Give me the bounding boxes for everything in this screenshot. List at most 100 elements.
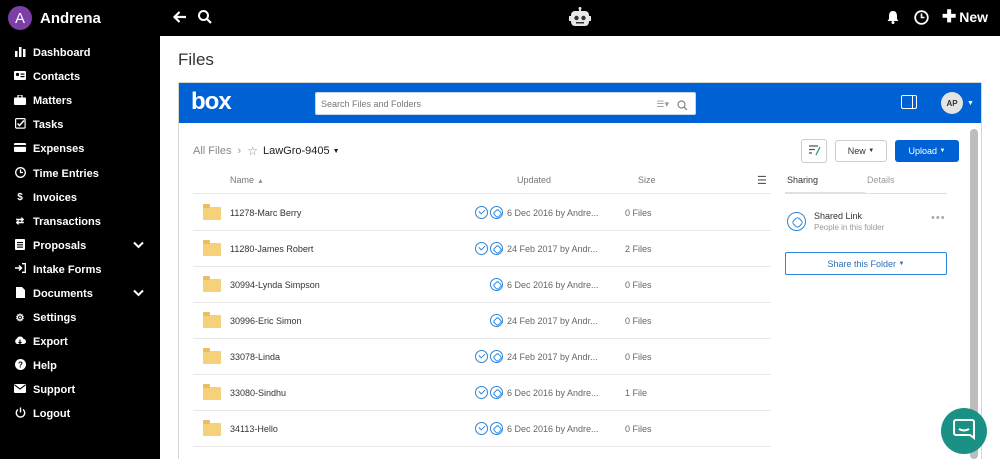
contact-card-icon [14, 71, 26, 83]
sidebar-item-label: Tasks [33, 119, 64, 132]
exchange-icon: ⇄ [15, 216, 25, 228]
sidebar-item-matters[interactable]: Matters [0, 89, 160, 113]
updated-value: 24 Feb 2017 by Andr... [507, 316, 598, 326]
search-icon[interactable] [677, 98, 688, 111]
sidebar-item-tasks[interactable]: Tasks [0, 113, 160, 137]
size-value: 1 File [625, 388, 648, 398]
sidebar-item-documents[interactable]: Documents [0, 282, 160, 306]
column-header-size[interactable]: Size [638, 175, 656, 185]
sidebar-item-logout[interactable]: Logout [0, 402, 160, 426]
table-header: Name ▲ Updated Size ☰ [193, 172, 771, 194]
sidebar-item-label: Matters [33, 95, 73, 108]
folder-name[interactable]: 30996-Eric Simon [230, 316, 302, 326]
sidebar-item-dashboard[interactable]: Dashboard [0, 41, 160, 65]
folder-name[interactable]: 34113-Hello [230, 424, 278, 434]
folder-name[interactable]: 11280-James Robert [230, 244, 313, 254]
cloud-download-icon [14, 336, 26, 349]
upload-button[interactable]: Upload ▼ [895, 140, 959, 162]
clock-icon[interactable] [914, 10, 929, 25]
shared-link-icon [490, 350, 503, 363]
filter-sliders-icon[interactable]: ☰▾ [656, 99, 669, 110]
svg-text:?: ? [18, 361, 23, 370]
sidebar-item-help[interactable]: ? Help [0, 354, 160, 378]
folder-icon [203, 384, 221, 400]
sidebar-item-invoices[interactable]: $ Invoices [0, 186, 160, 210]
share-folder-button[interactable]: Share this Folder ▼ [785, 252, 947, 275]
more-options-icon[interactable]: ••• [931, 212, 946, 224]
box-user-avatar[interactable]: AP [941, 92, 963, 114]
table-row[interactable]: 34113-Hello 6 Dec 2016 by Andre... 0 Fil… [193, 411, 771, 447]
row-status-icons [473, 314, 503, 328]
box-logo: box [191, 88, 232, 115]
sidebar-item-label: Transactions [33, 215, 101, 228]
plus-icon: ✚ [942, 7, 957, 26]
sidebar-item-transactions[interactable]: ⇄ Transactions [0, 210, 160, 234]
robot-icon[interactable] [569, 7, 591, 29]
new-button[interactable]: ✚ New [942, 7, 988, 26]
updated-value: 24 Feb 2017 by Andr... [507, 352, 598, 362]
sidebar-item-contacts[interactable]: Contacts [0, 65, 160, 89]
sort-filter-button[interactable] [801, 139, 827, 163]
size-value: 0 Files [625, 316, 652, 326]
shared-link-title: Shared Link [814, 211, 863, 221]
breadcrumb: All Files › ☆ LawGro-9405 ▼ [193, 144, 340, 158]
folder-name[interactable]: 11278-Marc Berry [230, 208, 301, 218]
file-list: 11278-Marc Berry 6 Dec 2016 by Andre... … [193, 195, 771, 447]
sidebar-item-label: Logout [33, 408, 71, 421]
table-row[interactable]: 11278-Marc Berry 6 Dec 2016 by Andre... … [193, 195, 771, 231]
sidebar-item-expenses[interactable]: Expenses [0, 137, 160, 161]
new-dropdown-button[interactable]: New ▼ [835, 140, 887, 162]
power-icon [14, 407, 26, 421]
column-header-name[interactable]: Name ▲ [230, 175, 264, 185]
search-icon[interactable] [197, 9, 213, 25]
star-icon[interactable]: ☆ [247, 144, 258, 158]
folder-icon [203, 240, 221, 256]
box-search-bar: ☰▾ [315, 92, 696, 115]
tab-details[interactable]: Details [867, 175, 895, 185]
chat-widget-button[interactable] [941, 408, 987, 454]
user-avatar[interactable]: A [8, 6, 32, 30]
table-row[interactable]: 33078-Linda 24 Feb 2017 by Andr... 0 Fil… [193, 339, 771, 375]
sidebar-item-proposals[interactable]: Proposals [0, 234, 160, 258]
table-row[interactable]: 30996-Eric Simon 24 Feb 2017 by Andr... … [193, 303, 771, 339]
collaborated-check-icon [475, 422, 488, 435]
sign-in-icon [14, 263, 26, 276]
table-row[interactable]: 11280-James Robert 24 Feb 2017 by Andr..… [193, 231, 771, 267]
breadcrumb-root[interactable]: All Files [193, 145, 232, 157]
bell-icon[interactable] [886, 10, 900, 24]
user-name[interactable]: Andrena [40, 10, 101, 27]
sidebar-item-time-entries[interactable]: Time Entries [0, 161, 160, 185]
row-status-icons [473, 242, 503, 256]
table-row[interactable]: 30994-Lynda Simpson 6 Dec 2016 by Andre.… [193, 267, 771, 303]
dollar-icon: $ [17, 192, 23, 204]
folder-icon [203, 420, 221, 436]
folder-name[interactable]: 33080-Sindhu [230, 388, 286, 398]
chevron-down-icon[interactable] [133, 288, 144, 300]
chevron-down-icon[interactable] [133, 240, 144, 252]
tab-sharing[interactable]: Sharing [787, 175, 818, 185]
box-search-input[interactable] [316, 93, 636, 114]
folder-name[interactable]: 33078-Linda [230, 352, 280, 362]
breadcrumb-current[interactable]: LawGro-9405 [263, 145, 330, 157]
size-value: 0 Files [625, 208, 652, 218]
clock-icon [14, 166, 26, 181]
folder-name[interactable]: 30994-Lynda Simpson [230, 280, 320, 290]
table-row[interactable]: 33080-Sindhu 6 Dec 2016 by Andre... 1 Fi… [193, 375, 771, 411]
sidebar-item-label: Intake Forms [33, 263, 102, 276]
row-status-icons [473, 386, 503, 400]
column-header-updated[interactable]: Updated [517, 175, 551, 185]
shared-link-icon [490, 278, 503, 291]
briefcase-icon [14, 94, 26, 108]
back-arrow-icon[interactable] [172, 9, 188, 25]
sidebar-item-settings[interactable]: ⚙ Settings [0, 306, 160, 330]
sidebar-item-label: Documents [33, 287, 93, 300]
link-icon [787, 212, 806, 231]
brand[interactable]: A Andrena [0, 0, 160, 36]
caret-down-icon[interactable]: ▼ [967, 100, 974, 107]
sidebar-toggle-icon[interactable] [901, 95, 917, 109]
sidebar-item-support[interactable]: Support [0, 378, 160, 402]
column-menu-icon[interactable]: ☰ [757, 174, 767, 187]
sidebar-item-export[interactable]: Export [0, 330, 160, 354]
caret-down-icon[interactable]: ▼ [333, 148, 340, 155]
sidebar-item-intake-forms[interactable]: Intake Forms [0, 258, 160, 282]
